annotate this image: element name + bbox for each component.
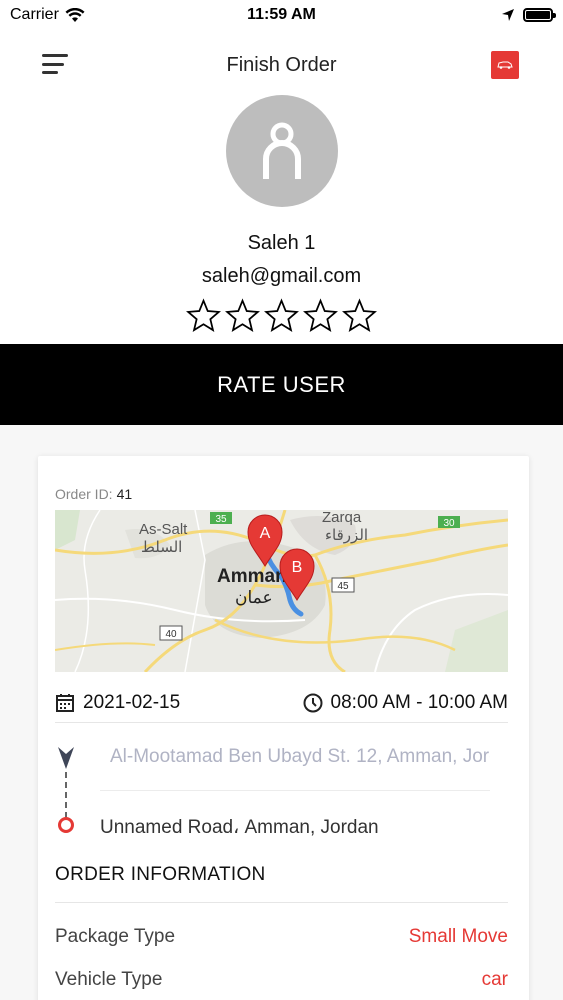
status-right	[501, 8, 556, 22]
order-id-label: Order ID:	[55, 486, 113, 502]
menu-icon[interactable]	[42, 52, 70, 76]
order-time-range: 08:00 AM - 10:00 AM	[330, 692, 508, 713]
order-id-value: 41	[116, 486, 133, 502]
place-label: الزرقاء	[325, 526, 368, 544]
user-placeholder-icon	[263, 122, 301, 179]
marker-label: B	[292, 559, 303, 576]
status-left: Carrier	[10, 6, 85, 24]
dropoff-pin-icon	[58, 817, 74, 833]
order-card: Order ID: 41 35 30 45 40 As-Salt السلط Z…	[38, 456, 529, 1000]
place-label: عمان	[235, 588, 273, 608]
road-label: 45	[337, 581, 349, 592]
order-id: Order ID: 41	[55, 486, 132, 502]
star-icon[interactable]	[264, 298, 299, 334]
location-arrow-icon	[502, 9, 514, 21]
user-name: Saleh 1	[247, 232, 316, 254]
road-label: 40	[165, 629, 177, 640]
pickup-address: Al-Mootamad Ben Ubayd St. 12, Amman, Jor…	[110, 746, 490, 767]
marker-label: A	[260, 525, 271, 542]
star-icon[interactable]	[225, 298, 260, 334]
dropoff-address: Unnamed Road، Amman, Jordan	[100, 817, 379, 838]
road-label: 30	[443, 518, 455, 529]
wifi-icon	[65, 7, 85, 22]
map-canvas: 35 30 45 40 As-Salt السلط Zarqa الزرقاء …	[55, 510, 508, 672]
section-title: ORDER INFORMATION	[55, 864, 266, 885]
road-label: 35	[215, 514, 227, 525]
battery-icon	[523, 8, 556, 22]
clock-icon	[303, 693, 323, 713]
schedule-row: 2021-02-15 08:00 AM - 10:00 AM	[55, 686, 508, 720]
user-email: saleh@gmail.com	[201, 265, 362, 287]
calendar-icon	[56, 694, 74, 712]
star-icon[interactable]	[342, 298, 377, 334]
info-row-package-type: Package Type Small Move	[55, 926, 508, 948]
app-header: Finish Order	[0, 40, 563, 90]
order-date: 2021-02-15	[83, 692, 181, 713]
place-label: Amman	[217, 566, 287, 587]
avatar	[226, 95, 338, 207]
page-title: Finish Order	[226, 53, 337, 76]
time-block: 08:00 AM - 10:00 AM	[303, 692, 508, 714]
pickup-pin-icon	[58, 747, 74, 769]
date-block: 2021-02-15	[55, 692, 180, 714]
info-value: Small Move	[408, 926, 508, 947]
info-label: Vehicle Type	[55, 969, 163, 990]
carrier-label: Carrier	[10, 6, 59, 23]
info-label: Package Type	[55, 926, 176, 947]
place-label: Zarqa	[322, 510, 362, 526]
place-label: As-Salt	[139, 521, 188, 538]
route-connector	[65, 772, 67, 818]
brand-logo-icon[interactable]	[491, 51, 519, 79]
info-value: car	[481, 969, 508, 990]
star-icon[interactable]	[186, 298, 221, 334]
route-map[interactable]: 35 30 45 40 As-Salt السلط Zarqa الزرقاء …	[55, 510, 508, 672]
divider	[100, 790, 490, 791]
divider	[55, 722, 508, 723]
route-addresses: Al-Mootamad Ben Ubayd St. 12, Amman, Jor…	[55, 746, 508, 846]
car-icon	[497, 61, 513, 69]
rating-stars	[0, 298, 563, 334]
rate-user-button[interactable]: RATE USER	[0, 344, 563, 425]
place-label: السلط	[141, 538, 182, 556]
divider	[55, 902, 508, 903]
star-icon[interactable]	[303, 298, 338, 334]
status-bar: Carrier 11:59 AM	[0, 0, 563, 30]
info-row-vehicle-type: Vehicle Type car	[55, 969, 508, 991]
